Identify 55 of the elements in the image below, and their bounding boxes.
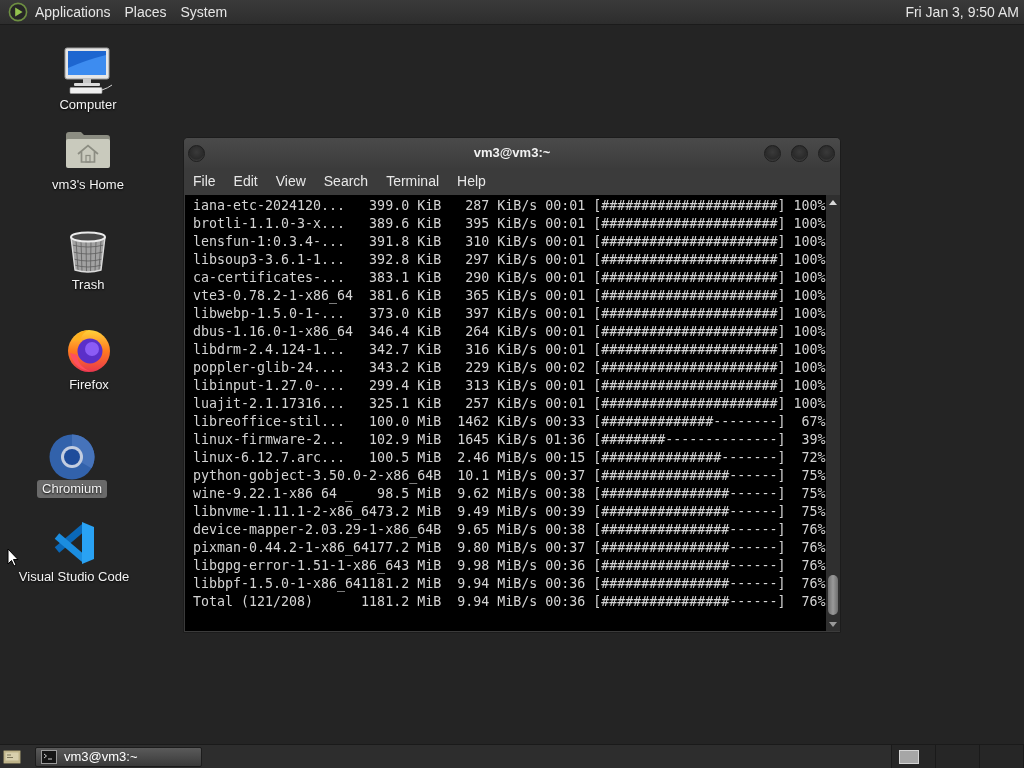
terminal-line: iana-etc-2024120... 399.0 KiB 287 KiB/s 00:01 [######################] 100% [193,197,826,215]
menu-item[interactable]: View [266,170,315,193]
terminal-line: poppler-glib-24.... 343.2 KiB 229 KiB/s 00:02 [######################] 100% [193,359,826,377]
terminal-line: wine-9.22.1-x86 64 _ 98.5 MiB 9.62 MiB/s 00:38 [################------] 75% [193,485,826,503]
scroll-down-icon[interactable] [829,621,837,627]
trash-can-icon[interactable] [68,230,108,274]
terminal-line: linux-firmware-2... 102.9 MiB 1645 KiB/s 01:36 [########--------------] 39% [193,431,826,449]
desktop-icon-label[interactable]: Chromium [37,480,107,498]
scrollbar[interactable] [826,195,840,631]
desktop-icon-label[interactable]: Firefox [64,376,114,394]
terminal-line: pixman-0.44.2-1-x86_64177.2 MiB 9.80 MiB/s 00:37 [################------] 76% [193,539,826,557]
desktop-icon-label[interactable]: vm3's Home [47,176,129,194]
terminal-line: brotli-1.1.0-3-x... 389.6 KiB 395 KiB/s 00:01 [######################] 100% [193,215,826,233]
terminal-line: libreoffice-stil... 100.0 MiB 1462 KiB/s 00:33 [##############--------] 67% [193,413,826,431]
taskbar-button[interactable]: vm3@vm3:~ [35,746,202,767]
terminal-line: python-gobject-3.50.0-2-x86_64B 10.1 MiB/s 00:37 [################------] 75% [193,467,826,485]
play-circle-icon[interactable] [8,2,28,22]
ribbon-logo-icon[interactable] [52,521,96,565]
terminal-line: vte3-0.78.2-1-x86_64 381.6 KiB 365 KiB/s 00:01 [######################] 100% [193,287,826,305]
desktop-icon-label[interactable]: Computer [54,96,122,114]
menu-item[interactable]: File [184,170,225,193]
terminal-line: libsoup3-3.6.1-1... 392.8 KiB 297 KiB/s 00:01 [######################] 100% [193,251,826,269]
menu-item[interactable]: Edit [224,170,267,193]
window-thumbnail-icon [899,749,919,764]
terminal-line: Total (121/208) 1181.2 MiB 9.94 MiB/s 00:36 [################------] 76% [193,593,826,611]
terminal-line: libdrm-2.4.124-1... 342.7 KiB 316 KiB/s 00:01 [######################] 100% [193,341,826,359]
ring-logo-icon[interactable] [48,434,96,480]
window-title: vm3@vm3:~ [473,145,551,161]
menu-item[interactable]: Places [117,1,174,23]
desktop-icon-label[interactable]: Trash [66,276,110,294]
terminal-line: lensfun-1:0.3.4-... 391.8 KiB 310 KiB/s 00:01 [######################] 100% [193,233,826,251]
menu-item[interactable]: Applications [28,1,118,23]
terminal-line: linux-6.12.7.arc... 100.5 MiB 2.46 MiB/s 00:15 [###############-------] 72% [193,449,826,467]
menu-item[interactable]: Search [314,170,378,193]
terminal-line: libwebp-1.5.0-1-... 373.0 KiB 397 KiB/s 00:01 [######################] 100% [193,305,826,323]
terminal-line: device-mapper-2.03.29-1-x86_64B 9.65 MiB/s 00:38 [################------] 76% [193,521,826,539]
clock[interactable]: Fri Jan 3, 9:50 AM [905,3,1019,21]
pointer-icon [7,548,19,567]
terminal-line: luajit-2.1.17316... 325.1 KiB 257 KiB/s 00:01 [######################] 100% [193,395,826,413]
terminal-line: libnvme-1.11.1-2-x86_6473.2 MiB 9.49 MiB/s 00:39 [################------] 75% [193,503,826,521]
home-folder-icon[interactable] [65,131,111,169]
terminal-icon [41,749,57,764]
terminal-line: libbpf-1.5.0-1-x86_641181.2 MiB 9.94 MiB/s 00:36 [################------] 76% [193,575,826,593]
terminal-line: libinput-1.27.0-... 299.4 KiB 313 KiB/s 00:01 [######################] 100% [193,377,826,395]
menu-item[interactable]: Terminal [377,170,449,193]
scrollbar-thumb[interactable] [828,575,838,615]
desktop-icon-label[interactable]: Visual Studio Code [13,568,135,586]
flame-globe-icon[interactable] [66,327,112,373]
menu-item[interactable]: Help [448,170,495,193]
scroll-up-icon[interactable] [829,199,837,205]
terminal-line: libgpg-error-1.51-1-x86_643 MiB 9.98 MiB/s 00:36 [################------] 76% [193,557,826,575]
menu-item[interactable]: System [173,1,235,23]
terminal-line: ca-certificates-... 383.1 KiB 290 KiB/s 00:01 [######################] 100% [193,269,826,287]
monitor-icon[interactable] [62,47,114,95]
terminal-line: dbus-1.16.0-1-x86_64 346.4 KiB 264 KiB/s 00:01 [######################] 100% [193,323,826,341]
